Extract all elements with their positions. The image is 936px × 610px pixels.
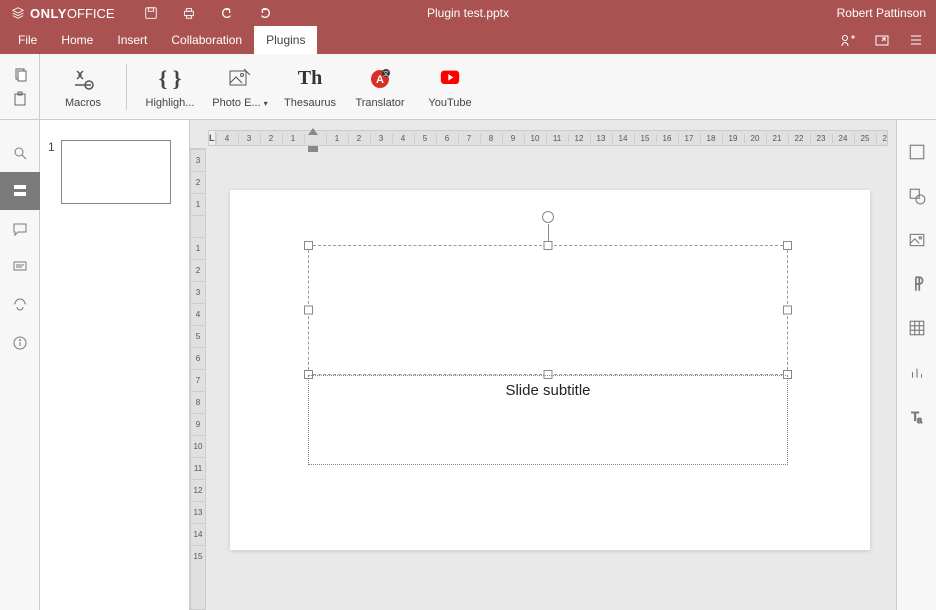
indent-marker-bottom[interactable]: [308, 146, 318, 152]
table-settings-button[interactable]: [905, 316, 929, 340]
vertical-ruler[interactable]: 321123456789101112131415: [190, 148, 206, 610]
menubar-right-icons: [840, 26, 936, 54]
hamburger-icon[interactable]: [908, 32, 924, 48]
share-icon[interactable]: [840, 32, 856, 48]
logo-icon: [10, 5, 26, 21]
indent-marker-top[interactable]: [308, 128, 318, 135]
separator: [126, 64, 127, 110]
logo-text-bold: ONLY: [30, 6, 67, 21]
photo-icon: [228, 65, 252, 93]
menu-bar: File Home Insert Collaboration Plugins: [0, 26, 936, 54]
editor-area[interactable]: L 43211234567891011121314151617181920212…: [190, 120, 896, 610]
translator-button[interactable]: A文 Translator: [347, 57, 413, 117]
resize-handle-ne[interactable]: [783, 241, 792, 250]
macros-label: Macros: [65, 97, 101, 109]
tab-file[interactable]: File: [6, 26, 49, 54]
tab-plugins[interactable]: Plugins: [254, 26, 317, 54]
search-button[interactable]: [0, 134, 40, 172]
title-bar: ONLYOFFICE Plugin test.pptx Robert Patti…: [0, 0, 936, 26]
clipboard-group: [0, 54, 40, 119]
chat-button[interactable]: [0, 248, 40, 286]
right-toolbar: Ta: [896, 120, 936, 610]
youtube-label: YouTube: [428, 97, 471, 109]
paragraph-settings-button[interactable]: [905, 272, 929, 296]
textart-settings-button[interactable]: Ta: [905, 404, 929, 428]
paste-icon[interactable]: [12, 91, 28, 107]
highlight-button[interactable]: { } Highligh...: [137, 57, 203, 117]
svg-text:a: a: [917, 415, 922, 425]
title-placeholder[interactable]: [308, 245, 788, 375]
macros-icon: [71, 65, 95, 93]
comments-button[interactable]: [0, 210, 40, 248]
thesaurus-button[interactable]: Th Thesaurus: [277, 57, 343, 117]
translator-icon: A文: [368, 65, 392, 93]
slide-thumbnail-1[interactable]: [61, 140, 171, 204]
about-button[interactable]: [0, 324, 40, 362]
resize-handle-n[interactable]: [544, 241, 553, 250]
tab-insert[interactable]: Insert: [105, 26, 159, 54]
slide-canvas[interactable]: Slide subtitle: [230, 190, 870, 550]
save-icon[interactable]: [143, 5, 159, 21]
photo-editor-button[interactable]: Photo E... ▾: [207, 57, 273, 117]
plugin-group: Macros { } Highligh... Photo E... ▾ Th T…: [40, 54, 493, 119]
tab-collaboration[interactable]: Collaboration: [159, 26, 254, 54]
slide-settings-button[interactable]: [905, 140, 929, 164]
highlight-icon: { }: [159, 65, 182, 93]
tab-home[interactable]: Home: [49, 26, 105, 54]
image-settings-button[interactable]: [905, 228, 929, 252]
resize-handle-w[interactable]: [304, 306, 313, 315]
shape-settings-button[interactable]: [905, 184, 929, 208]
thesaurus-label: Thesaurus: [284, 97, 336, 109]
subtitle-text: Slide subtitle: [505, 382, 590, 399]
logo-text: OFFICE: [67, 6, 115, 21]
ribbon: Macros { } Highligh... Photo E... ▾ Th T…: [0, 54, 936, 120]
resize-handle-e[interactable]: [783, 306, 792, 315]
slide-number: 1: [48, 140, 55, 590]
resize-handle-nw[interactable]: [304, 241, 313, 250]
undo-icon[interactable]: [219, 5, 235, 21]
app-logo: ONLYOFFICE: [10, 5, 115, 21]
slides-panel-button[interactable]: [0, 172, 40, 210]
youtube-button[interactable]: YouTube: [417, 57, 483, 117]
youtube-icon: [436, 65, 464, 93]
svg-text:文: 文: [383, 70, 389, 78]
rotation-handle[interactable]: [542, 211, 554, 223]
main-area: 1 L 432112345678910111213141516171819202…: [0, 120, 936, 610]
subtitle-placeholder[interactable]: Slide subtitle: [308, 375, 788, 465]
copy-icon[interactable]: [12, 67, 28, 83]
feedback-button[interactable]: [0, 286, 40, 324]
chevron-down-icon: ▾: [264, 99, 268, 108]
photo-label: Photo E... ▾: [212, 97, 267, 109]
user-name[interactable]: Robert Pattinson: [837, 6, 926, 20]
thesaurus-icon: Th: [298, 65, 322, 93]
redo-icon[interactable]: [257, 5, 273, 21]
thumbnails-panel: 1: [40, 120, 190, 610]
macros-button[interactable]: Macros: [50, 57, 116, 117]
chart-settings-button[interactable]: [905, 360, 929, 384]
translator-label: Translator: [355, 97, 404, 109]
print-icon[interactable]: [181, 5, 197, 21]
highlight-label: Highligh...: [146, 97, 195, 109]
open-location-icon[interactable]: [874, 32, 890, 48]
quick-access-toolbar: [143, 5, 273, 21]
left-toolbar: [0, 120, 40, 610]
document-title: Plugin test.pptx: [427, 6, 509, 20]
